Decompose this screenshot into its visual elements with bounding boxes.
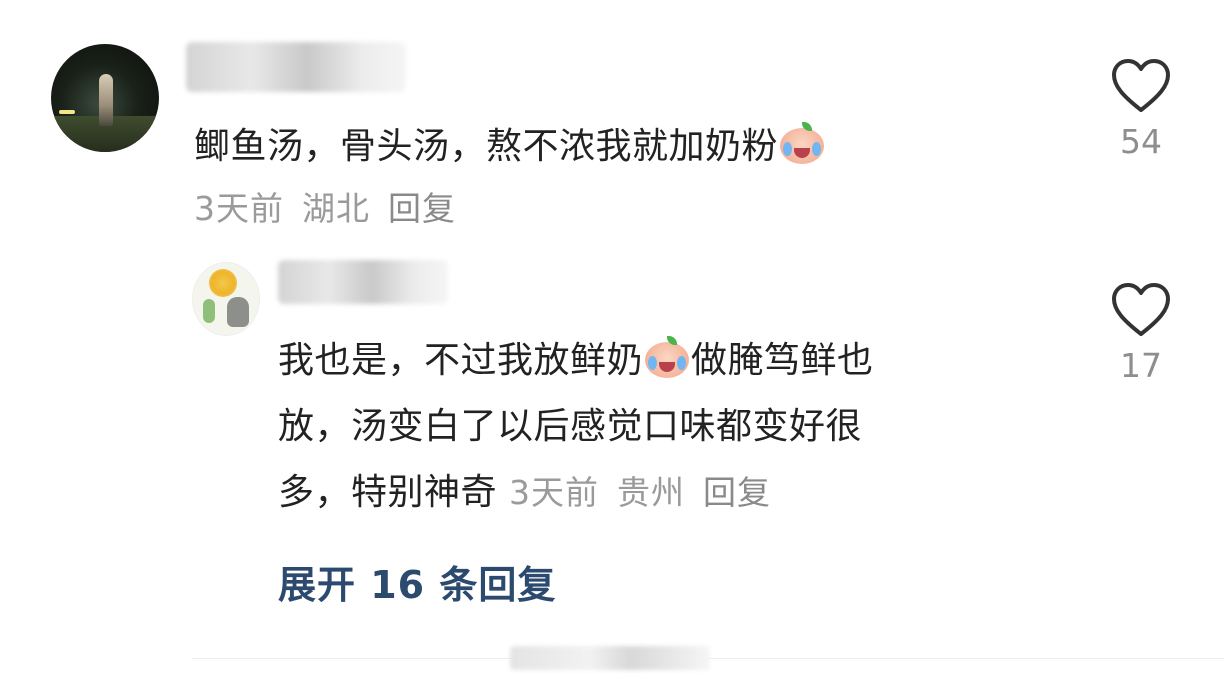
avatar-cat <box>227 297 249 327</box>
reply-line-2: 放，汤变白了以后感觉口味都变好很 <box>278 406 863 447</box>
comment-text: 鲫鱼汤，骨头汤，熬不浓我就加奶粉 <box>194 114 1044 180</box>
reply-button[interactable]: 回复 <box>388 189 456 228</box>
reply-time: 3天前 <box>509 473 600 512</box>
reply-avatar[interactable] <box>192 262 260 336</box>
avatar[interactable] <box>51 44 159 152</box>
avatar-light <box>59 110 75 114</box>
crying-face-emoji <box>778 122 826 164</box>
reply-line-3: 多，特别神奇 3天前 贵州 回复 <box>278 460 1078 526</box>
reply-meta: 3天前 贵州 回复 <box>509 473 789 512</box>
comment-time: 3天前 <box>194 189 284 228</box>
comment-body: 鲫鱼汤，骨头汤，熬不浓我就加奶粉 <box>194 126 779 167</box>
reply-username-blurred[interactable] <box>278 260 448 304</box>
watermark-blurred <box>510 646 710 670</box>
crying-face-emoji <box>643 336 691 378</box>
reply-location: 贵州 <box>617 473 686 512</box>
like-button[interactable]: 54 <box>1108 58 1174 161</box>
avatar-cactus <box>203 299 215 323</box>
like-count: 54 <box>1120 122 1162 161</box>
heart-outline-icon[interactable] <box>1111 282 1171 338</box>
reply-reply-button[interactable]: 回复 <box>703 473 771 512</box>
reply-text: 我也是，不过我放鲜奶 做腌笃鲜也 放，汤变白了以后感觉口味都变好很 多，特别神奇 3… <box>278 328 1078 526</box>
avatar-sunflower <box>209 269 237 297</box>
heart-outline-icon[interactable] <box>1111 58 1171 114</box>
reply-like-button[interactable]: 17 <box>1108 282 1174 385</box>
avatar-figure <box>99 74 113 126</box>
reply-like-count: 17 <box>1120 346 1162 385</box>
username-blurred[interactable] <box>186 42 406 92</box>
reply-line-1: 我也是，不过我放鲜奶 做腌笃鲜也 <box>278 328 1078 394</box>
comment-meta: 3天前 湖北 回复 <box>194 182 474 230</box>
expand-replies-button[interactable]: 展开 16 条回复 <box>278 554 556 609</box>
comment-location: 湖北 <box>302 189 370 228</box>
